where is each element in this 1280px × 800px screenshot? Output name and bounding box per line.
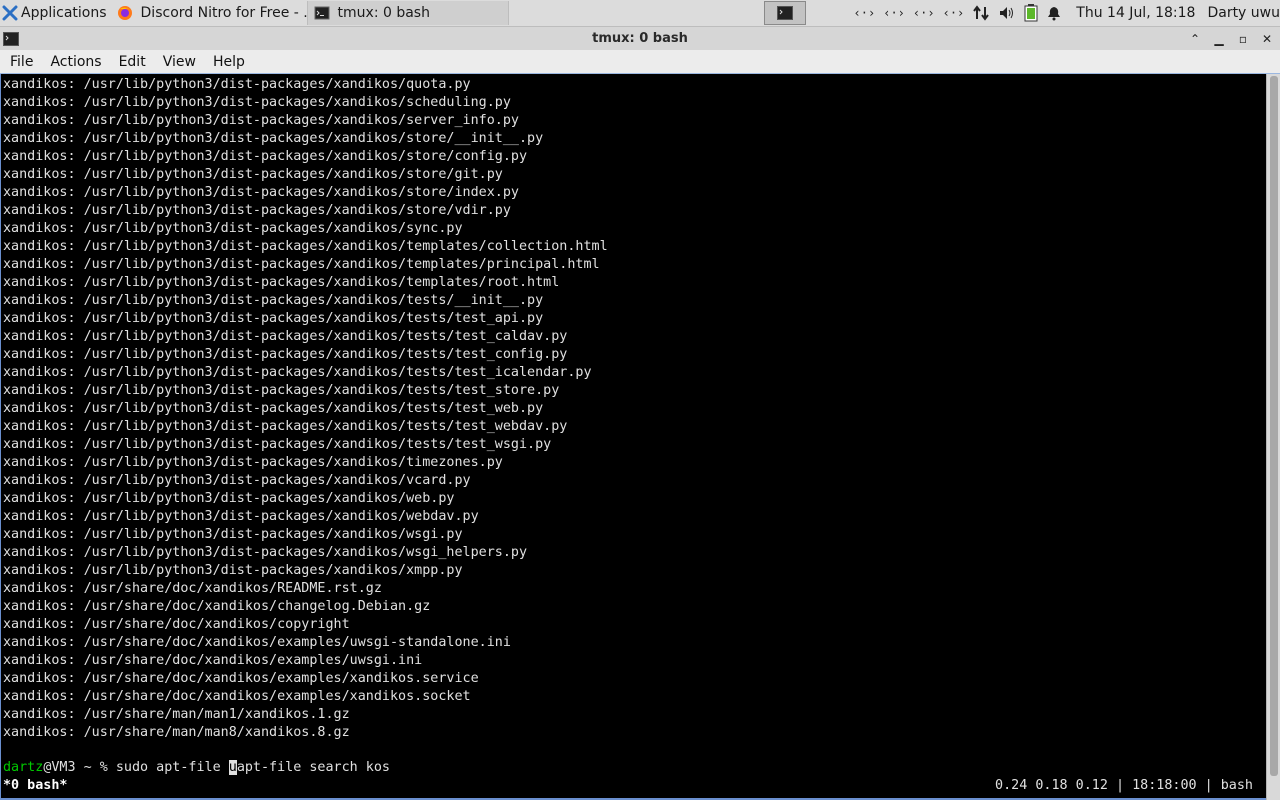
network-icon[interactable]: ‹·›	[943, 6, 965, 20]
terminal-line: xandikos: /usr/lib/python3/dist-packages…	[3, 383, 560, 398]
xfce-logo-icon	[2, 5, 18, 21]
restore-icon[interactable]: ▫	[1236, 32, 1250, 46]
applications-menu-button[interactable]: Applications	[0, 0, 111, 26]
menu-file[interactable]: File	[0, 54, 40, 70]
terminal-line: xandikos: /usr/share/man/man1/xandikos.1…	[3, 707, 350, 722]
workspace-switcher[interactable]	[763, 1, 806, 25]
terminal-line: xandikos: /usr/lib/python3/dist-packages…	[3, 365, 592, 380]
command-text-after: apt-file search kos	[236, 760, 390, 775]
terminal-line: xandikos: /usr/lib/python3/dist-packages…	[3, 347, 568, 362]
terminal-line: xandikos: /usr/lib/python3/dist-packages…	[3, 563, 463, 578]
terminal-line: xandikos: /usr/lib/python3/dist-packages…	[3, 455, 503, 470]
terminal-line: xandikos: /usr/lib/python3/dist-packages…	[3, 509, 479, 524]
battery-icon[interactable]	[1024, 4, 1038, 22]
minimize-icon[interactable]: ▁	[1212, 32, 1226, 46]
prompt-host: @VM3 ~ %	[43, 760, 116, 775]
terminal-icon[interactable]	[3, 31, 19, 47]
taskbar-item-label: tmux: 0 bash	[337, 5, 430, 21]
taskbar-item-label: Discord Nitro for Free - ...	[140, 5, 307, 21]
terminal-view[interactable]: xandikos: /usr/lib/python3/dist-packages…	[0, 74, 1267, 798]
network-icon[interactable]: ‹·›	[883, 6, 905, 20]
tmux-window-status[interactable]: *0 bash*	[3, 777, 68, 795]
terminal-line: xandikos: /usr/share/doc/xandikos/exampl…	[3, 671, 479, 686]
terminal-line: xandikos: /usr/lib/python3/dist-packages…	[3, 185, 519, 200]
terminal-line: xandikos: /usr/lib/python3/dist-packages…	[3, 545, 528, 560]
prompt-user: dartz	[3, 760, 44, 775]
terminal-line: xandikos: /usr/lib/python3/dist-packages…	[3, 221, 463, 236]
terminal-line: xandikos: /usr/lib/python3/dist-packages…	[3, 149, 528, 164]
maximize-up-icon[interactable]: ⌃	[1188, 32, 1202, 46]
terminal-output: xandikos: /usr/lib/python3/dist-packages…	[3, 76, 608, 742]
terminal-line: xandikos: /usr/lib/python3/dist-packages…	[3, 437, 552, 452]
menu-help[interactable]: Help	[203, 54, 252, 70]
taskbar-item-browser[interactable]: Discord Nitro for Free - ...	[111, 1, 307, 25]
vertical-scrollbar[interactable]	[1266, 74, 1280, 800]
terminal-line: xandikos: /usr/lib/python3/dist-packages…	[3, 77, 471, 92]
terminal-line: xandikos: /usr/share/doc/xandikos/exampl…	[3, 635, 511, 650]
firefox-icon	[117, 6, 132, 20]
terminal-line: xandikos: /usr/share/doc/xandikos/exampl…	[3, 653, 423, 668]
terminal-line: xandikos: /usr/lib/python3/dist-packages…	[3, 419, 568, 434]
menubar: File Actions Edit View Help	[0, 50, 1280, 74]
terminal-icon	[776, 6, 793, 20]
clock[interactable]: Thu 14 Jul, 18:18	[1076, 5, 1195, 21]
window-title: tmux: 0 bash	[592, 31, 688, 46]
terminal-line: xandikos: /usr/share/doc/xandikos/copyri…	[3, 617, 350, 632]
terminal-line: xandikos: /usr/lib/python3/dist-packages…	[3, 131, 544, 146]
terminal-line: xandikos: /usr/lib/python3/dist-packages…	[3, 203, 511, 218]
scrollbar-thumb[interactable]	[1270, 76, 1278, 776]
terminal-icon	[314, 6, 330, 20]
network-icon[interactable]: ‹·›	[913, 6, 935, 20]
terminal-line: xandikos: /usr/lib/python3/dist-packages…	[3, 527, 463, 542]
terminal-line: xandikos: /usr/share/man/man8/xandikos.8…	[3, 725, 350, 740]
terminal-line: xandikos: /usr/share/doc/xandikos/exampl…	[3, 689, 471, 704]
terminal-line: xandikos: /usr/lib/python3/dist-packages…	[3, 293, 544, 308]
terminal-line: xandikos: /usr/lib/python3/dist-packages…	[3, 311, 544, 326]
terminal-line: xandikos: /usr/lib/python3/dist-packages…	[3, 167, 503, 182]
terminal-line: xandikos: /usr/share/doc/xandikos/README…	[3, 581, 382, 596]
bell-icon[interactable]	[1046, 5, 1062, 21]
taskbar-item-terminal[interactable]: tmux: 0 bash	[306, 1, 509, 25]
tmux-status-right: 0.24 0.18 0.12 | 18:18:00 | bash	[995, 778, 1253, 793]
volume-icon[interactable]	[998, 5, 1016, 21]
top-panel: Applications Discord Nitro for Free - ..…	[0, 0, 1280, 27]
terminal-line: xandikos: /usr/lib/python3/dist-packages…	[3, 491, 455, 506]
close-icon[interactable]: ✕	[1260, 32, 1274, 46]
terminal-line: xandikos: /usr/lib/python3/dist-packages…	[3, 473, 471, 488]
terminal-line: xandikos: /usr/lib/python3/dist-packages…	[3, 95, 511, 110]
transfer-icon[interactable]	[972, 5, 990, 21]
menu-actions[interactable]: Actions	[40, 54, 108, 70]
user-menu[interactable]: Darty uwu	[1207, 5, 1280, 21]
applications-label: Applications	[21, 5, 107, 21]
terminal-line: xandikos: /usr/lib/python3/dist-packages…	[3, 401, 544, 416]
terminal-line: xandikos: /usr/lib/python3/dist-packages…	[3, 257, 600, 272]
menu-view[interactable]: View	[153, 54, 203, 70]
command-text: sudo apt-file	[115, 760, 229, 775]
window-titlebar[interactable]: tmux: 0 bash ⌃ ▁ ▫ ✕	[0, 27, 1280, 50]
terminal-line: xandikos: /usr/lib/python3/dist-packages…	[3, 239, 608, 254]
system-tray: ‹·› ‹·› ‹·› ‹·› Thu 14 Jul, 18:18 Darty …	[850, 0, 1280, 26]
terminal-line: xandikos: /usr/lib/python3/dist-packages…	[3, 329, 568, 344]
terminal-prompt[interactable]: dartz@VM3 ~ % sudo apt-file uapt-file se…	[3, 759, 390, 777]
text-cursor: u	[228, 760, 237, 775]
terminal-line: xandikos: /usr/share/doc/xandikos/change…	[3, 599, 431, 614]
terminal-line: xandikos: /usr/lib/python3/dist-packages…	[3, 113, 519, 128]
network-icon[interactable]: ‹·›	[854, 6, 876, 20]
menu-edit[interactable]: Edit	[109, 54, 153, 70]
terminal-line: xandikos: /usr/lib/python3/dist-packages…	[3, 275, 560, 290]
